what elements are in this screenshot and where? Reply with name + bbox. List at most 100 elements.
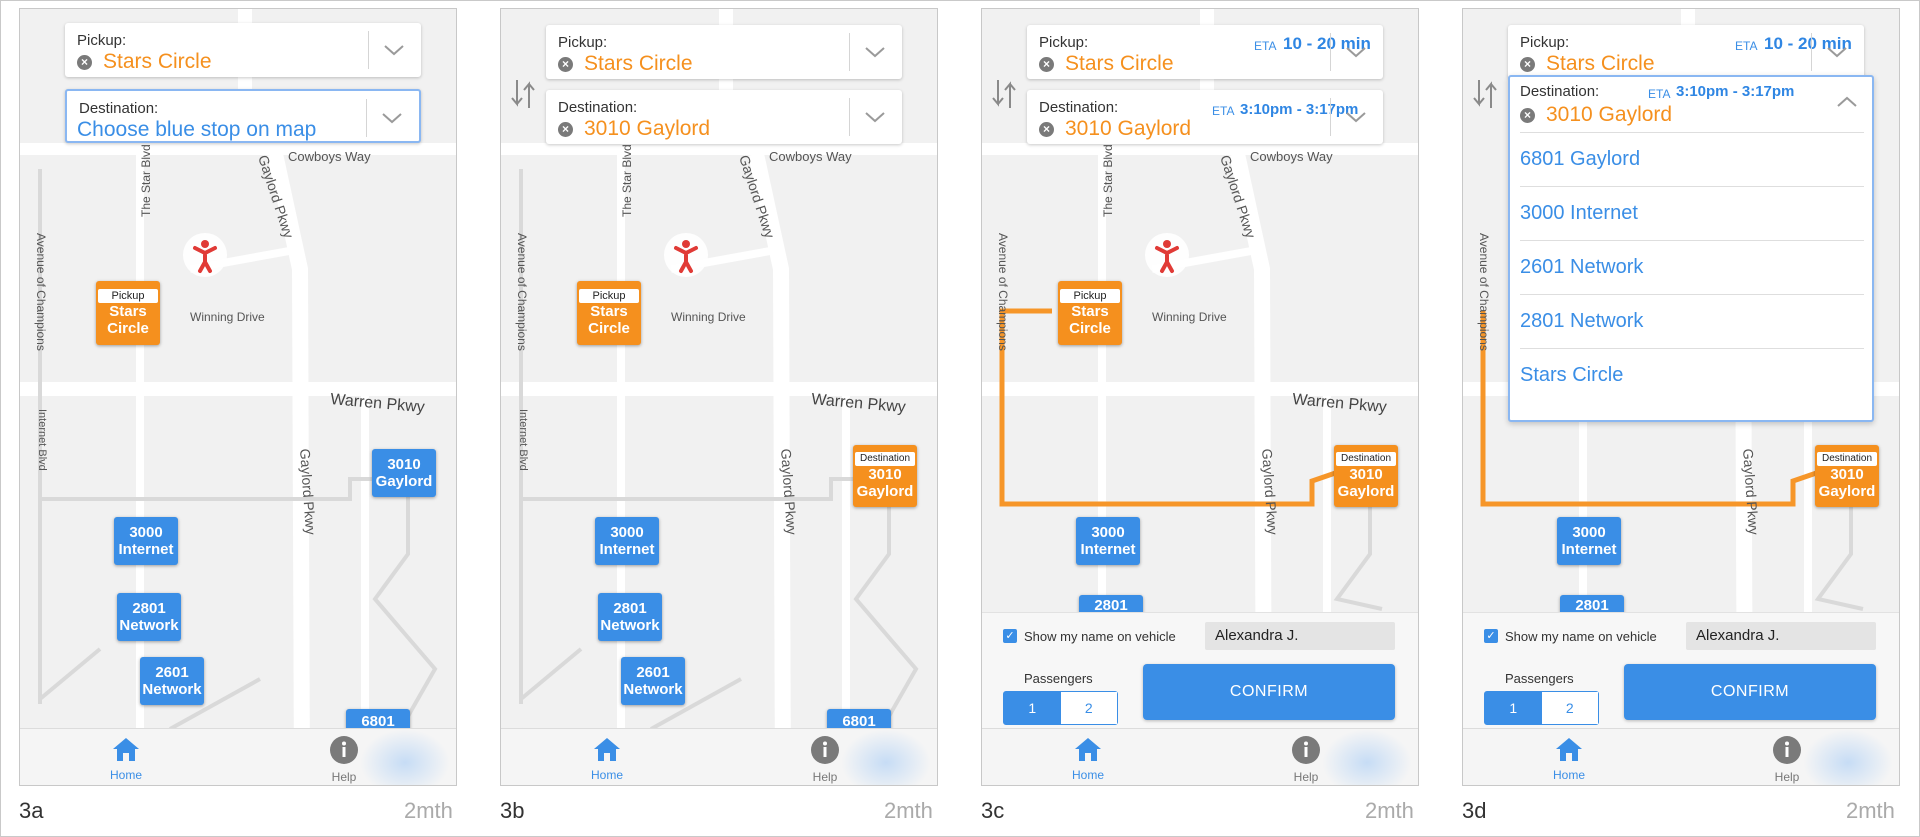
field-divider — [1811, 33, 1812, 71]
destination-value-row: × 3010 Gaylord — [558, 117, 710, 141]
stop-marker-stars-circle[interactable]: Pickup Stars Circle — [1058, 281, 1122, 345]
eta-tag: ETA — [1254, 39, 1277, 53]
destination-field[interactable]: Destination: ETA 3:10pm - 3:17pm × 3010 G… — [1027, 90, 1383, 144]
clear-icon[interactable]: × — [558, 56, 573, 72]
dropdown-option[interactable]: 2801 Network — [1520, 294, 1864, 348]
marker-text: Stars — [1071, 303, 1109, 320]
tab-bar: Home Help — [982, 728, 1418, 785]
chevron-down-icon[interactable] — [862, 39, 888, 65]
stop-marker-3000-internet[interactable]: 3000 Internet — [1076, 517, 1140, 565]
passenger-option-1[interactable]: 1 — [1004, 692, 1061, 724]
passenger-option-2[interactable]: 2 — [1541, 692, 1598, 724]
stop-marker-3010-gaylord[interactable]: Destination 3010 Gaylord — [1334, 445, 1398, 507]
tab-home[interactable]: Home — [1058, 735, 1118, 782]
destination-value: 3010 Gaylord — [584, 117, 711, 140]
chevron-down-icon[interactable] — [379, 105, 405, 131]
street-label: Winning Drive — [190, 310, 265, 324]
chevron-up-icon[interactable] — [1834, 89, 1860, 115]
passenger-option-1[interactable]: 1 — [1485, 692, 1542, 724]
tab-home-label: Home — [1071, 768, 1104, 782]
screen-3c: Cowboys Way Gaylord Pkwy The Star Blvd A… — [981, 8, 1419, 786]
name-input[interactable]: Alexandra J. — [1205, 622, 1395, 650]
passenger-option-2[interactable]: 2 — [1060, 692, 1117, 724]
field-divider — [366, 99, 367, 137]
swap-arrows-icon[interactable] — [990, 74, 1020, 114]
street-label: The Star Blvd — [620, 144, 634, 217]
tab-home[interactable]: Home — [96, 735, 156, 782]
stop-marker-stars-circle[interactable]: Pickup Stars Circle — [96, 281, 160, 345]
dropdown-option[interactable]: 6801 Gaylord — [1520, 132, 1864, 186]
show-name-checkbox[interactable]: ✓ — [1003, 629, 1017, 643]
clear-icon[interactable]: × — [1039, 56, 1054, 72]
stop-marker-2601-network[interactable]: 2601 Network — [140, 657, 204, 705]
user-location-icon — [1145, 233, 1189, 277]
confirm-sheet: ✓ Show my name on vehicle Alexandra J. P… — [982, 612, 1418, 730]
chevron-down-icon[interactable] — [1343, 104, 1369, 130]
destination-eta: 3:10pm - 3:17pm — [1676, 83, 1795, 100]
dropdown-option[interactable]: 2601 Network — [1520, 240, 1864, 294]
dropdown-option[interactable]: Stars Circle — [1520, 348, 1864, 402]
clear-icon[interactable]: × — [558, 121, 573, 137]
tab-home-label: Home — [1552, 768, 1585, 782]
tab-help[interactable]: Help — [1276, 735, 1336, 784]
marker-text: 3010 — [1830, 466, 1864, 483]
pickup-field[interactable]: Pickup: × Stars Circle — [546, 25, 902, 79]
stop-marker-3000-internet[interactable]: 3000 Internet — [595, 517, 659, 565]
clear-icon[interactable]: × — [1520, 107, 1535, 123]
screen-3d: Warren Pkwy Gaylord Pkwy Avenue of Champ… — [1462, 8, 1900, 786]
chevron-down-icon[interactable] — [1343, 39, 1369, 65]
marker-text: Gaylord — [1337, 483, 1395, 500]
destination-tag: Destination — [855, 452, 915, 466]
info-icon — [330, 736, 358, 764]
stop-marker-3000-internet[interactable]: 3000 Internet — [114, 517, 178, 565]
marker-text: 3000 — [1091, 524, 1125, 541]
figure-label: 3d — [1462, 798, 1487, 823]
field-divider — [849, 33, 850, 71]
name-input[interactable]: Alexandra J. — [1686, 622, 1876, 650]
destination-label: Destination: — [1039, 99, 1119, 116]
stop-marker-3010-gaylord[interactable]: Destination 3010 Gaylord — [853, 445, 917, 507]
chevron-down-icon[interactable] — [381, 37, 407, 63]
pickup-field[interactable]: Pickup: × Stars Circle — [65, 23, 421, 77]
clear-icon[interactable]: × — [77, 54, 92, 70]
tab-home[interactable]: Home — [1539, 735, 1599, 782]
stop-marker-2801-network[interactable]: 2801 Network — [117, 593, 181, 641]
screen-3a: Cowboys Way Gaylord Pkwy The Star Blvd A… — [19, 8, 457, 786]
stop-marker-2801-network[interactable]: 2801 Network — [598, 593, 662, 641]
marker-text: 3010 — [1349, 466, 1383, 483]
pickup-field[interactable]: Pickup: ETA 10 - 20 min × Stars Circle — [1027, 25, 1383, 79]
clear-icon[interactable]: × — [1039, 121, 1054, 137]
destination-value: 3010 Gaylord — [1546, 103, 1673, 126]
destination-label: Destination: — [1520, 83, 1600, 100]
destination-field[interactable]: Destination: Choose blue stop on map — [65, 89, 421, 143]
stop-marker-stars-circle[interactable]: Pickup Stars Circle — [577, 281, 641, 345]
stop-marker-3010-gaylord[interactable]: 3010 Gaylord — [372, 449, 436, 497]
tab-home[interactable]: Home — [577, 735, 637, 782]
street-label: Internet Blvd — [36, 409, 48, 471]
pickup-tag: Pickup — [1060, 289, 1120, 303]
stop-marker-2601-network[interactable]: 2601 Network — [621, 657, 685, 705]
swap-arrows-icon[interactable] — [1471, 74, 1501, 114]
confirm-button[interactable]: CONFIRM — [1143, 664, 1395, 720]
destination-field[interactable]: Destination: × 3010 Gaylord — [546, 90, 902, 144]
destination-eta: 3:10pm - 3:17pm — [1240, 101, 1359, 118]
chevron-down-icon[interactable] — [862, 104, 888, 130]
tab-help[interactable]: Help — [1757, 735, 1817, 784]
marker-text: Gaylord — [856, 483, 914, 500]
clear-icon[interactable]: × — [1520, 56, 1535, 72]
tab-help-label: Help — [812, 770, 838, 784]
tab-help[interactable]: Help — [795, 735, 855, 784]
tab-help[interactable]: Help — [314, 735, 374, 784]
figure-label: 3b — [500, 798, 525, 823]
pickup-value-row: × Stars Circle — [77, 50, 212, 74]
marker-text: Internet — [1561, 541, 1617, 558]
stop-marker-3010-gaylord[interactable]: Destination 3010 Gaylord — [1815, 445, 1879, 507]
user-location-icon — [664, 233, 708, 277]
swap-arrows-icon[interactable] — [509, 74, 539, 114]
stop-marker-3000-internet[interactable]: 3000 Internet — [1557, 517, 1621, 565]
dropdown-option[interactable]: 3000 Internet — [1520, 186, 1864, 240]
pickup-field[interactable]: Pickup: ETA 10 - 20 min × Stars Circle — [1508, 25, 1864, 79]
show-name-checkbox[interactable]: ✓ — [1484, 629, 1498, 643]
chevron-down-icon[interactable] — [1824, 39, 1850, 65]
confirm-button[interactable]: CONFIRM — [1624, 664, 1876, 720]
